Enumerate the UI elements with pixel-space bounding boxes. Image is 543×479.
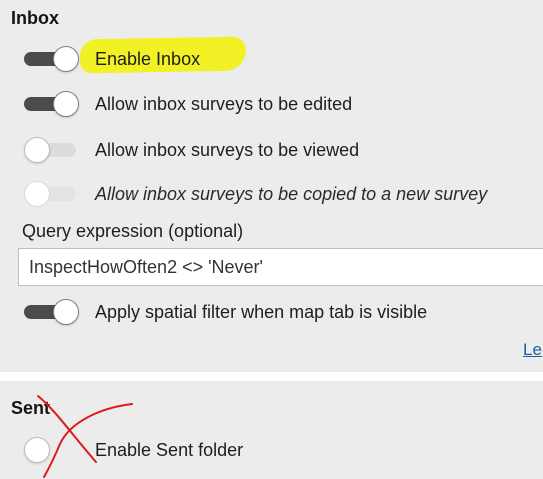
enable-sent-toggle[interactable] [24,437,80,463]
allow-copy-label: Allow inbox surveys to be copied to a ne… [95,183,488,204]
enable-inbox-toggle[interactable] [24,46,80,72]
enable-inbox-row: Enable Inbox [24,44,200,74]
toggle-knob [53,91,79,117]
toggle-knob [53,46,79,72]
spatial-filter-label: Apply spatial filter when map tab is vis… [95,301,428,322]
query-expression-label: Query expression (optional) [22,221,244,241]
query-expression-input[interactable] [18,248,543,286]
sent-section-title: Sent [11,398,51,418]
learn-more-link[interactable]: Le [523,340,542,360]
allow-view-toggle[interactable] [24,137,80,163]
toggle-knob [53,299,79,325]
allow-copy-toggle[interactable] [24,181,80,207]
allow-copy-row: Allow inbox surveys to be copied to a ne… [24,179,487,209]
toggle-knob [24,181,50,207]
inbox-section: Inbox Enable Inbox Allow inbox surveys t… [0,0,543,372]
toggle-knob [24,137,50,163]
enable-sent-label: Enable Sent folder [95,439,244,460]
enable-sent-row: Enable Sent folder [24,435,243,465]
enable-inbox-label: Enable Inbox [95,48,201,69]
allow-edit-label: Allow inbox surveys to be edited [95,93,353,114]
allow-edit-row: Allow inbox surveys to be edited [24,89,352,119]
allow-view-row: Allow inbox surveys to be viewed [24,135,359,165]
inbox-section-title: Inbox [11,8,59,28]
allow-view-label: Allow inbox surveys to be viewed [95,139,360,160]
spatial-filter-row: Apply spatial filter when map tab is vis… [24,297,427,327]
toggle-knob [24,437,50,463]
spatial-filter-toggle[interactable] [24,299,80,325]
sent-section: Sent Enable Sent folder [0,381,543,479]
allow-edit-toggle[interactable] [24,91,80,117]
